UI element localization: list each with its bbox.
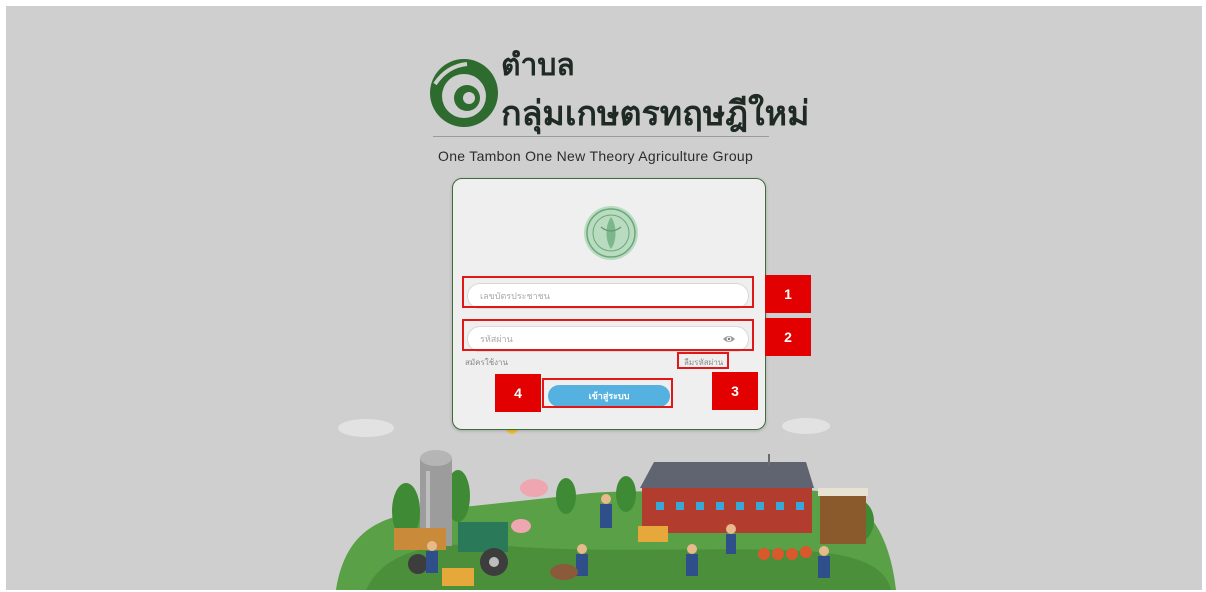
highlight-password-input [462,319,754,351]
government-seal-icon [584,206,638,260]
highlight-login-button [542,378,673,408]
brand-tagline: One Tambon One New Theory Agriculture Gr… [438,148,754,164]
brand-line-2: กลุ่มเกษตรทฤษฎีใหม่ [501,94,810,134]
annotation-badge-4: 4 [495,374,541,412]
highlight-id-input [462,276,754,308]
brand-header: ตำบล กลุ่มเกษตรทฤษฎีใหม่ One Tambon One … [423,42,823,172]
annotation-badge-2: 2 [765,318,811,356]
login-page: ตำบล กลุ่มเกษตรทฤษฎีใหม่ One Tambon One … [6,6,1202,590]
divider [433,136,769,137]
annotation-badge-3: 3 [712,372,758,410]
annotation-badge-1: 1 [765,275,811,313]
register-link[interactable]: สมัครใช้งาน [465,356,508,369]
brand-line-1: ตำบล [501,48,575,83]
logo-mark-icon [430,59,498,127]
highlight-forgot-link [677,352,729,369]
